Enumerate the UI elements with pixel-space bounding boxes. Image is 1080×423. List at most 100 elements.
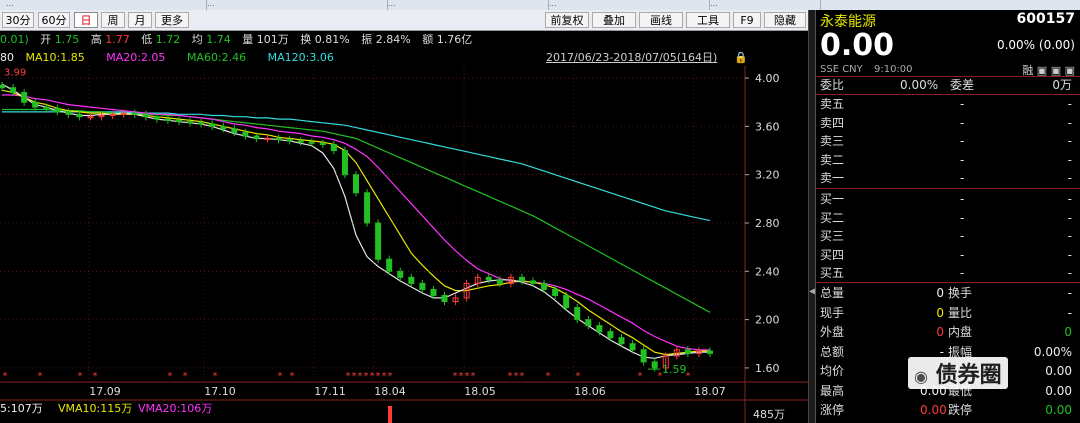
window-tab[interactable]: ... xyxy=(382,0,549,10)
buy-row: 买一 - - xyxy=(820,190,1078,208)
y-tick-label: 2.40 xyxy=(755,265,780,278)
buy-level-label: 买四 xyxy=(820,247,845,262)
high-value: 1.77 xyxy=(105,33,130,46)
sell-row: 卖一 - - xyxy=(820,169,1078,187)
event-marker-icon: * xyxy=(168,371,173,382)
avg-value: 1.74 xyxy=(206,33,231,46)
period-week-button[interactable]: 周 xyxy=(101,12,125,28)
webi-label: 委比 xyxy=(820,78,845,92)
event-marker-icon: * xyxy=(514,371,519,382)
avg-label: 均 xyxy=(191,33,203,46)
stat-value: 0 xyxy=(1064,325,1072,339)
stat-label: 量比 xyxy=(948,305,973,320)
candle-body xyxy=(651,361,658,369)
change-value: 0.01) xyxy=(0,33,29,46)
stat-value: 0 xyxy=(936,305,944,320)
f9-button[interactable]: F9 xyxy=(733,12,761,28)
turnover-label: 换 xyxy=(300,33,312,46)
hide-button[interactable]: 隐藏 xyxy=(764,12,806,28)
candle-body xyxy=(142,113,149,118)
overlay-button[interactable]: 叠加 xyxy=(592,12,636,28)
event-marker-icon: * xyxy=(520,371,525,382)
buy-volume: - xyxy=(1067,247,1072,262)
stat-value: - xyxy=(1067,286,1072,300)
candle-body xyxy=(187,121,194,124)
window-tab[interactable]: ... xyxy=(704,0,821,10)
window-tab[interactable]: ... xyxy=(201,0,388,10)
ma10-line xyxy=(1,89,710,356)
candle-body xyxy=(43,106,50,109)
buy-row: 买五 - - xyxy=(820,264,1078,282)
candle-body xyxy=(375,222,382,260)
event-marker-icon: * xyxy=(352,371,357,382)
window-tab-strip: ... ... ... ... ... xyxy=(0,0,1080,10)
candle-body xyxy=(607,331,614,339)
buy-price: - xyxy=(960,229,965,243)
ohlc-info-bar: 0.01) 开 1.75 高 1.77 低 1.72 均 1.74 量 101万… xyxy=(0,31,808,49)
current-price: 0.00 xyxy=(820,28,895,63)
event-marker-icon: * xyxy=(93,371,98,382)
stat-label: 外盘 xyxy=(820,325,845,339)
buy-level-label: 买一 xyxy=(820,192,845,206)
stat-label: 涨停 xyxy=(820,403,845,417)
candle-body xyxy=(176,119,182,123)
candle-body xyxy=(21,92,28,103)
event-marker-icon: * xyxy=(370,371,375,382)
sell-row: 卖四 - - xyxy=(820,114,1078,132)
exchange: SSE xyxy=(820,64,840,75)
stat-label: 最高 xyxy=(820,383,845,398)
candle-body xyxy=(386,258,393,272)
draw-line-button[interactable]: 画线 xyxy=(639,12,683,28)
window-tab[interactable]: ... xyxy=(543,0,710,10)
buy-row: 买二 - - xyxy=(820,209,1078,227)
period-month-button[interactable]: 月 xyxy=(128,12,152,28)
period-more-button[interactable]: 更多 xyxy=(155,12,189,28)
stat-value: 0.00 xyxy=(1045,403,1072,417)
period-30min-button[interactable]: 30分 xyxy=(2,12,34,28)
moving-average-lines xyxy=(1,83,711,359)
ma20-legend: MA20:2.05 xyxy=(106,51,166,64)
adjust-price-button[interactable]: 前复权 xyxy=(545,12,589,28)
event-marker-icon: * xyxy=(453,371,458,382)
volume-panel: 5:107万 VMA10:115万 VMA20:106万 485万 xyxy=(0,402,785,423)
open-value: 1.75 xyxy=(54,33,80,46)
tools-button[interactable]: 工具 xyxy=(686,12,730,28)
event-marker-icon: * xyxy=(3,371,8,382)
weicha-value: 0万 xyxy=(1052,78,1072,92)
amplitude-value: 2.84% xyxy=(375,33,411,46)
candle-body xyxy=(408,276,415,284)
stat-value: 0 xyxy=(936,286,944,300)
change-pct: 0.00% xyxy=(996,38,1036,52)
candle-body xyxy=(552,288,559,296)
buy-volume: - xyxy=(1067,266,1072,280)
date-range-label[interactable]: 2017/06/23-2018/07/05(164日) xyxy=(546,50,717,66)
stat-label: 换手 xyxy=(948,286,973,300)
stat-row: 总量 0 换手 - xyxy=(820,284,1078,302)
sell-row: 卖二 - - xyxy=(820,151,1078,169)
candle-body xyxy=(684,349,691,354)
lock-icon[interactable]: 🔒 xyxy=(734,50,748,66)
kline-chart[interactable]: 4.00 3.60 3.20 2.80 2.40 2.00 1.60 17.09 17.10 1… xyxy=(0,66,808,423)
buy-volume: - xyxy=(1067,192,1072,206)
period-60min-button[interactable]: 60分 xyxy=(38,12,70,28)
candle-body xyxy=(563,294,570,309)
window-tab[interactable]: ... xyxy=(0,0,207,10)
ma60-line xyxy=(2,108,711,313)
stat-row: 外盘 0 内盘 0 xyxy=(820,323,1078,341)
sell-volume: - xyxy=(1067,97,1072,111)
candle-body xyxy=(10,87,17,94)
weicha-label: 委差 xyxy=(950,78,975,92)
candle-body xyxy=(496,279,503,284)
sell-volume: - xyxy=(1067,152,1072,167)
ma5-line xyxy=(1,83,710,359)
sell-row: 卖三 - - xyxy=(820,132,1078,150)
period-day-button[interactable]: 日 xyxy=(74,12,98,28)
sell-price: - xyxy=(960,171,965,185)
buy-price: - xyxy=(960,247,965,262)
x-tick-label: 18.06 xyxy=(574,385,606,398)
chart-toolbar: 30分 60分 日 周 月 更多 前复权 叠加 画线 工具 F9 隐藏 xyxy=(0,10,808,31)
divider xyxy=(816,282,1080,283)
volume-legend: VMA20:106万 xyxy=(138,402,212,415)
low-annotation: 1.59 xyxy=(662,363,687,376)
sell-price: - xyxy=(960,134,965,148)
